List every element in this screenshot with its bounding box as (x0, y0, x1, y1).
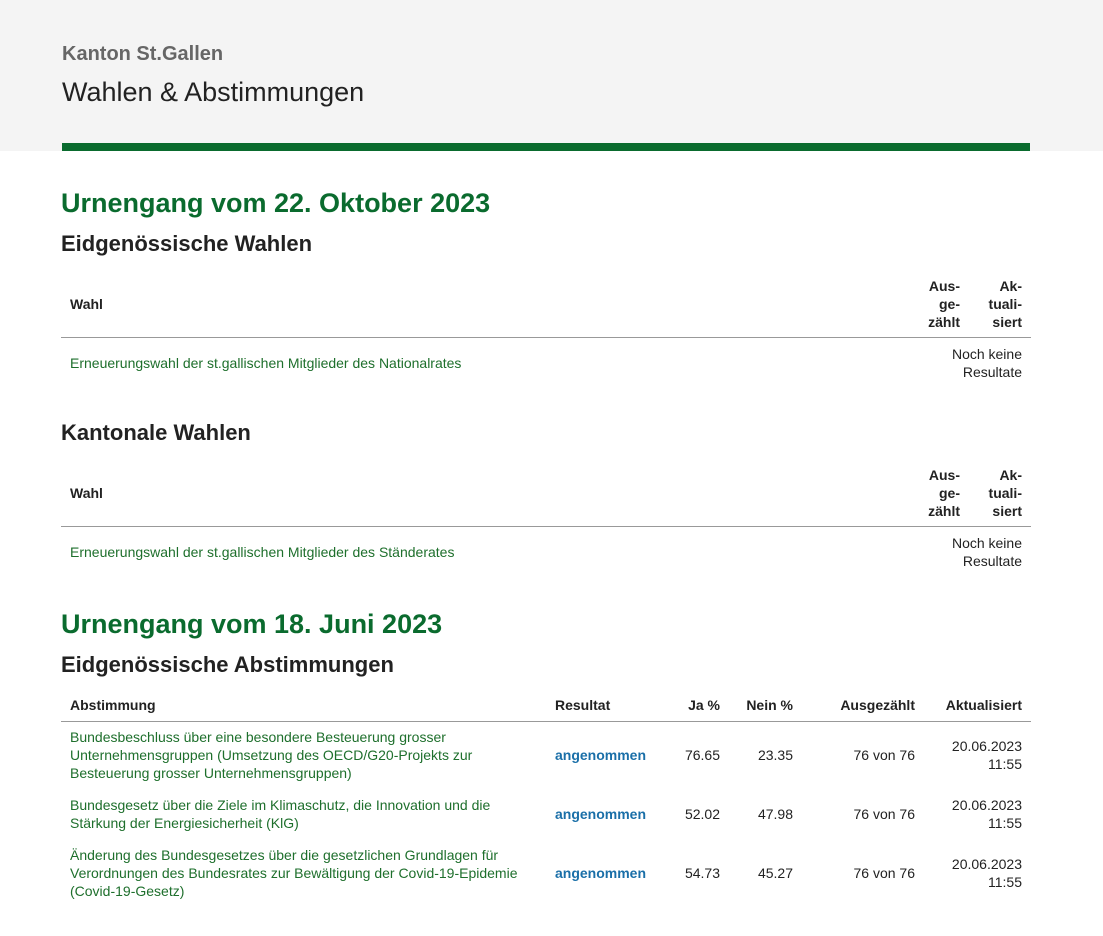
updated-date: 20.06.2023 (951, 797, 1022, 813)
vote-name-cell: Änderung des Bundesgesetzes über die ges… (61, 839, 546, 907)
nein-cell: 23.35 (757, 747, 793, 764)
table-row: Bundesgesetz über die Ziele im Klimaschu… (61, 789, 1031, 839)
ja-cell: 52.02 (684, 806, 720, 822)
vote-name-cell: Bundesbeschluss über eine besondere Best… (61, 721, 546, 789)
urnengang-heading-jun: Urnengang vom 18. Juni 2023 (61, 609, 443, 639)
urnengang-heading-oct: Urnengang vom 22. Oktober 2023 (61, 188, 491, 218)
election-link-staenderat[interactable]: Erneuerungswahl der st.gallischen Mitgli… (70, 544, 454, 560)
col-header-wahl: Wahl (61, 272, 897, 338)
ja-cell: 54.73 (684, 865, 720, 881)
result-cell: angenommen (546, 789, 656, 839)
updated-time: 11:55 (988, 815, 1022, 831)
result-cell: angenommen (546, 839, 656, 907)
col-header-aktualisiert: Ak- tuali- siert (969, 272, 1031, 338)
status-cell: Noch keine Resultate (897, 337, 1031, 389)
table-row: Bundesbeschluss über eine besondere Best… (61, 721, 1031, 789)
vote-link[interactable]: Änderung des Bundesgesetzes über die ges… (70, 847, 518, 899)
result-badge: angenommen (555, 747, 647, 764)
vote-link[interactable]: Bundesbeschluss über eine besondere Best… (70, 729, 472, 781)
nein-cell: 47.98 (757, 806, 793, 822)
updated-date: 20.06.2023 (951, 856, 1022, 872)
status-text: Noch keine Resultate (951, 535, 1022, 570)
counted-cell: 76 von 76 (853, 865, 916, 881)
org-name: Kanton St.Gallen (62, 43, 224, 65)
result-badge: angenommen (555, 806, 647, 822)
updated-cell: 20.06.2023 11:55 (924, 789, 1031, 839)
section-heading-cantonal-elections: Kantonale Wahlen (61, 420, 251, 445)
col-header-resultat: Resultat (546, 690, 656, 722)
section-heading-federal-votes: Eidgenössische Abstimmungen (61, 652, 394, 677)
col-header-aktualisiert: Ak- tuali- siert (969, 461, 1031, 527)
nein-cell: 45.27 (757, 865, 793, 881)
federal-votes-table: Abstimmung Resultat Ja % Nein % Ausgezäh… (61, 690, 1031, 907)
updated-date: 20.06.2023 (951, 738, 1022, 755)
col-header-ja: Ja % (656, 690, 729, 722)
col-header-ausgezaehlt: Aus- ge- zählt (897, 272, 969, 338)
page-header: Kanton St.Gallen Wahlen & Abstimmungen (0, 0, 1103, 151)
updated-cell: 20.06.2023 11:55 (924, 839, 1031, 907)
counted-cell: 76 von 76 (853, 747, 916, 764)
updated-cell: 20.06.2023 11:55 (924, 721, 1031, 789)
cantonal-elections-table: Wahl Aus- ge- zählt Ak- tuali- siert Ern… (61, 461, 1031, 578)
col-header-abstimmung: Abstimmung (61, 690, 546, 722)
status-cell: Noch keine Resultate (897, 526, 1031, 578)
vote-link[interactable]: Bundesgesetz über die Ziele im Klimaschu… (70, 797, 490, 831)
col-header-aktualisiert: Aktualisiert (924, 690, 1031, 722)
result-cell: angenommen (546, 721, 656, 789)
result-badge: angenommen (555, 865, 647, 881)
table-row: Erneuerungswahl der st.gallischen Mitgli… (61, 526, 1031, 578)
election-name-cell: Erneuerungswahl der st.gallischen Mitgli… (61, 337, 897, 389)
updated-time: 11:55 (988, 874, 1022, 890)
counted-cell: 76 von 76 (853, 806, 916, 822)
section-heading-federal-elections: Eidgenössische Wahlen (61, 231, 313, 256)
election-name-cell: Erneuerungswahl der st.gallischen Mitgli… (61, 526, 897, 578)
col-header-wahl: Wahl (61, 461, 897, 527)
header-accent-bar (62, 143, 1030, 151)
col-header-nein: Nein % (729, 690, 802, 722)
col-header-ausgezaehlt: Aus- ge- zählt (897, 461, 969, 527)
election-link-nationalrat[interactable]: Erneuerungswahl der st.gallischen Mitgli… (70, 355, 461, 371)
table-row: Änderung des Bundesgesetzes über die ges… (61, 839, 1031, 907)
updated-time: 11:55 (988, 756, 1022, 773)
federal-elections-table: Wahl Aus- ge- zählt Ak- tuali- siert Ern… (61, 272, 1031, 389)
col-header-ausgezaehlt: Ausgezählt (802, 690, 924, 722)
app-title: Wahlen & Abstimmungen (62, 77, 365, 107)
ja-cell: 76.65 (684, 747, 720, 764)
status-text: Noch keine Resultate (951, 346, 1022, 381)
vote-name-cell: Bundesgesetz über die Ziele im Klimaschu… (61, 789, 546, 839)
table-row: Erneuerungswahl der st.gallischen Mitgli… (61, 337, 1031, 389)
